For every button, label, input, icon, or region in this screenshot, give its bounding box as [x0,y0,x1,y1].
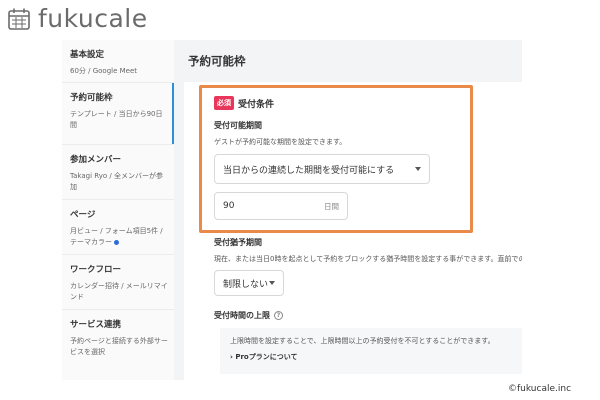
sidebar-item-desc: Takagi Ryo / 全メンバーが参加 [70,172,163,191]
grace-period-label: 受付猶予期間 [214,238,262,247]
notice-text: 上限時間を設定することで、上限時間以上の予約受付を不可とすることができます。 [230,337,495,345]
sidebar-item-desc: カレンダー招待 / メールリマインド [70,282,168,301]
sidebar-item-basic[interactable]: 基本設定 60分 / Google Meet [62,40,174,83]
screen: fukucale 基本設定 60分 / Google Meet 予約可能枠 テン… [0,0,600,400]
logo-text: fukucale [38,4,148,33]
grace-period-desc: 現在、または当日0時を起点として予約をブロックする猶予時間を設定する事ができます… [214,255,522,263]
question-icon[interactable]: ? [274,311,283,320]
brand-logo: fukucale [6,4,148,33]
pro-plan-link[interactable]: › Proプランについて [230,352,298,362]
grace-period-select[interactable]: 制限しない [214,270,284,296]
sidebar-item-title: ページ [70,210,96,220]
sidebar-item-integrations[interactable]: サービス連携 予約ページと接続する外部サービスを選択 [62,310,174,380]
sidebar-item-desc: テンプレート / 当日から90日間 [70,110,163,129]
sidebar-item-title: ワークフロー [70,265,122,275]
page-title: 予約可能枠 [188,54,246,68]
calendar-icon [8,8,30,30]
sidebar-item-page[interactable]: ページ 月ビュー / フォーム項目5件 / テーマカラー [62,200,174,255]
sidebar-item-members[interactable]: 参加メンバー Takagi Ryo / 全メンバーが参加 [62,145,174,200]
pro-notice: 上限時間を設定することで、上限時間以上の予約受付を不可とすることができます。 ›… [220,328,522,374]
settings-sidebar: 基本設定 60分 / Google Meet 予約可能枠 テンプレート / 当日… [62,40,174,380]
sidebar-item-desc: 60分 / Google Meet [70,67,138,75]
limit-label: 受付時間の上限 [214,311,270,320]
sidebar-item-workflow[interactable]: ワークフロー カレンダー招待 / メールリマインド [62,255,174,310]
sidebar-item-title: 基本設定 [70,50,105,60]
sidebar-item-title: 予約可能枠 [70,93,113,103]
sidebar-item-desc: 予約ページと接続する外部サービスを選択 [70,337,168,356]
chevron-down-icon [269,281,275,285]
select-value: 制限しない [223,279,269,290]
sidebar-item-availability[interactable]: 予約可能枠 テンプレート / 当日から90日間 [62,83,174,145]
sidebar-item-title: サービス連携 [70,320,122,330]
sidebar-item-title: 参加メンバー [70,155,122,165]
highlight-frame [199,85,473,233]
unsaved-dot-icon [114,239,119,245]
copyright: ©fukucale.inc [508,384,572,394]
main-header: 予約可能枠 [174,40,522,80]
